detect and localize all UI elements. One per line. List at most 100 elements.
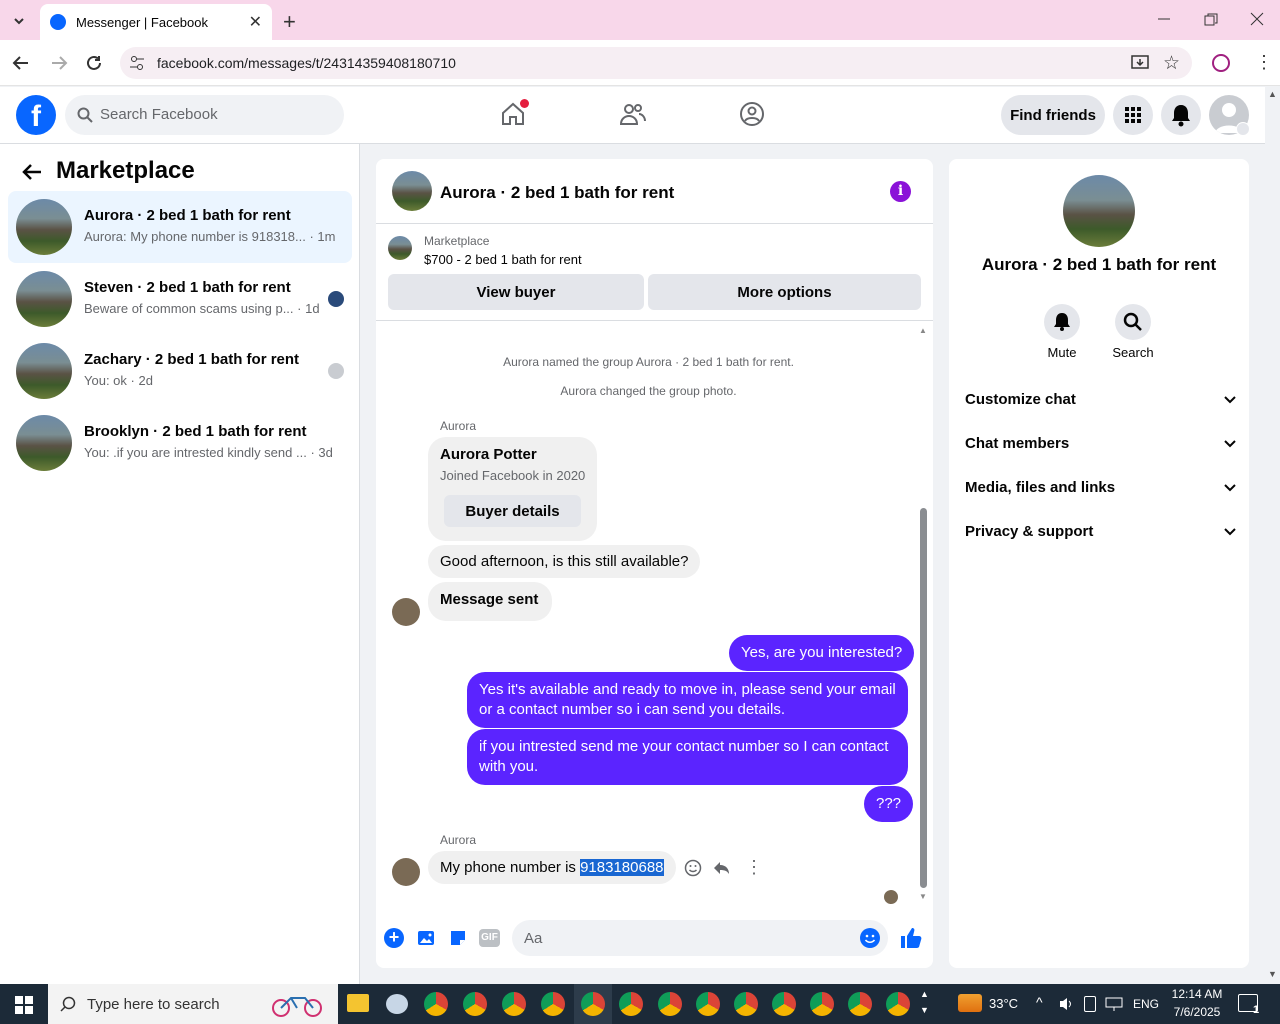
- notifications-bell-icon[interactable]: [1161, 95, 1201, 135]
- chrome-taskbar-icon[interactable]: [848, 992, 872, 1016]
- more-actions-icon[interactable]: ⋮: [745, 857, 763, 878]
- chrome-taskbar-icon-active[interactable]: [574, 984, 612, 1024]
- page-scroll-up-icon[interactable]: ▲: [1268, 89, 1277, 99]
- section-customize-chat[interactable]: Customize chat: [965, 391, 1237, 408]
- chrome-taskbar-icon[interactable]: [619, 992, 643, 1016]
- outgoing-message[interactable]: Yes it's available and ready to move in,…: [467, 672, 908, 728]
- incoming-message[interactable]: Good afternoon, is this still available?: [428, 545, 701, 578]
- volume-icon[interactable]: [1058, 996, 1074, 1012]
- conversation-item-brooklyn[interactable]: Brooklyn · 2 bed 1 bath for rent You: .i…: [8, 407, 352, 479]
- react-emoji-icon[interactable]: [684, 859, 702, 877]
- friends-nav-icon[interactable]: [620, 102, 646, 126]
- weather-icon[interactable]: [958, 994, 982, 1012]
- read-receipt-avatar: [328, 363, 344, 379]
- like-thumbs-up-icon[interactable]: [899, 926, 923, 950]
- chrome-taskbar-icon[interactable]: [658, 992, 682, 1016]
- chrome-taskbar-icon[interactable]: [810, 992, 834, 1016]
- taskbar-search-box[interactable]: Type here to search: [48, 984, 338, 1024]
- conversation-info-icon[interactable]: i: [890, 181, 911, 202]
- clock-date[interactable]: 7/6/2025: [1168, 1005, 1226, 1019]
- restore-window-icon[interactable]: [1204, 13, 1218, 27]
- browser-menu-icon[interactable]: ⋮: [1255, 52, 1273, 73]
- forward-icon[interactable]: [50, 54, 68, 72]
- account-chevron-icon[interactable]: [1236, 122, 1250, 136]
- chrome-taskbar-icon[interactable]: [696, 992, 720, 1016]
- sticker-icon[interactable]: [448, 928, 468, 948]
- chrome-taskbar-icon[interactable]: [541, 992, 565, 1016]
- attach-photo-icon[interactable]: [416, 928, 436, 948]
- minimize-window-icon[interactable]: [1157, 10, 1171, 24]
- scroll-up-arrow-icon[interactable]: ▲: [919, 326, 927, 335]
- chrome-taskbar-icon[interactable]: [502, 992, 526, 1016]
- outgoing-message[interactable]: ???: [864, 786, 914, 822]
- temperature-text[interactable]: 33°C: [989, 996, 1018, 1011]
- page-scrollbar[interactable]: ▲ ▼: [1265, 87, 1280, 984]
- incoming-message-phone[interactable]: My phone number is 9183180688: [428, 851, 676, 884]
- conversation-item-aurora[interactable]: Aurora · 2 bed 1 bath for rent Aurora: M…: [8, 191, 352, 263]
- conversation-item-steven[interactable]: Steven · 2 bed 1 bath for rent Beware of…: [8, 263, 352, 335]
- reload-icon[interactable]: [85, 54, 103, 72]
- section-media-files-links[interactable]: Media, files and links: [965, 479, 1237, 496]
- bookmark-star-icon[interactable]: ☆: [1163, 52, 1180, 75]
- close-window-icon[interactable]: [1250, 12, 1264, 26]
- bicycle-search-highlight-icon: [270, 992, 324, 1018]
- chrome-taskbar-icon[interactable]: [734, 992, 758, 1016]
- chat-scrollbar[interactable]: ▲ ▼: [918, 326, 928, 902]
- network-icon[interactable]: [1105, 996, 1123, 1012]
- chat-header-thumbnail[interactable]: [392, 171, 432, 211]
- language-indicator[interactable]: ENG: [1133, 997, 1159, 1011]
- clock-time[interactable]: 12:14 AM: [1168, 987, 1226, 1001]
- url-text[interactable]: facebook.com/messages/t/2431435940818071…: [157, 55, 456, 71]
- incoming-message[interactable]: Message sent: [428, 582, 553, 621]
- reply-icon[interactable]: [712, 859, 730, 877]
- message-composer-input[interactable]: Aa: [512, 920, 888, 956]
- chrome-taskbar-icon[interactable]: [886, 992, 910, 1016]
- selected-phone-number[interactable]: 9183180688: [580, 859, 664, 876]
- app-taskbar-icon[interactable]: [386, 994, 408, 1014]
- show-hidden-icons-icon[interactable]: ^: [1036, 994, 1043, 1010]
- gif-icon[interactable]: GIF: [479, 929, 500, 947]
- battery-icon[interactable]: [1084, 996, 1096, 1012]
- menu-grid-icon[interactable]: [1113, 95, 1153, 135]
- info-group-photo[interactable]: [1063, 175, 1135, 247]
- home-nav-icon[interactable]: [500, 99, 529, 127]
- facebook-logo-icon[interactable]: f: [16, 95, 56, 135]
- notification-count-badge: 1: [1253, 1004, 1260, 1016]
- browser-tab-messenger[interactable]: Messenger | Facebook ✕: [40, 4, 272, 40]
- listing-title[interactable]: $700 - 2 bed 1 bath for rent: [424, 252, 582, 267]
- chrome-taskbar-icon[interactable]: [463, 992, 487, 1016]
- section-chat-members[interactable]: Chat members: [965, 435, 1237, 452]
- system-message: Aurora changed the group photo.: [560, 384, 737, 398]
- more-options-button[interactable]: More options: [648, 274, 921, 310]
- close-tab-icon[interactable]: ✕: [249, 12, 262, 32]
- groups-nav-icon[interactable]: [739, 101, 765, 127]
- site-settings-icon[interactable]: [129, 55, 145, 71]
- outgoing-message[interactable]: if you intrested send me your contact nu…: [467, 729, 908, 785]
- find-friends-button[interactable]: Find friends: [1001, 95, 1105, 135]
- outgoing-message[interactable]: Yes, are you interested?: [729, 635, 915, 671]
- chrome-taskbar-icon[interactable]: [772, 992, 796, 1016]
- chat-title[interactable]: Aurora · 2 bed 1 bath for rent: [440, 183, 674, 203]
- taskbar-scroll-icon[interactable]: ▲ ▼: [920, 986, 929, 1018]
- view-buyer-button[interactable]: View buyer: [388, 274, 644, 310]
- chrome-taskbar-icon[interactable]: [424, 992, 448, 1016]
- page-scroll-down-icon[interactable]: ▼: [1268, 969, 1277, 979]
- mute-bell-icon[interactable]: [1044, 304, 1080, 340]
- add-actions-icon[interactable]: +: [384, 928, 404, 948]
- scrollbar-thumb[interactable]: [920, 508, 927, 888]
- back-arrow-icon[interactable]: [20, 160, 44, 184]
- tab-search-dropdown-icon[interactable]: [10, 12, 28, 30]
- emoji-picker-icon[interactable]: [860, 928, 880, 948]
- facebook-search-input[interactable]: Search Facebook: [65, 95, 344, 135]
- search-conversation-icon[interactable]: [1115, 304, 1151, 340]
- scroll-down-arrow-icon[interactable]: ▼: [919, 892, 927, 901]
- conversation-item-zachary[interactable]: Zachary · 2 bed 1 bath for rent You: ok …: [8, 335, 352, 407]
- file-explorer-taskbar-icon[interactable]: [347, 994, 369, 1012]
- windows-start-icon[interactable]: [15, 996, 33, 1014]
- back-icon[interactable]: [12, 54, 30, 72]
- buyer-details-button[interactable]: Buyer details: [444, 495, 581, 527]
- install-app-icon[interactable]: [1131, 54, 1149, 72]
- section-privacy-support[interactable]: Privacy & support: [965, 523, 1237, 540]
- profile-icon[interactable]: [1212, 54, 1230, 72]
- new-tab-icon[interactable]: +: [283, 9, 296, 35]
